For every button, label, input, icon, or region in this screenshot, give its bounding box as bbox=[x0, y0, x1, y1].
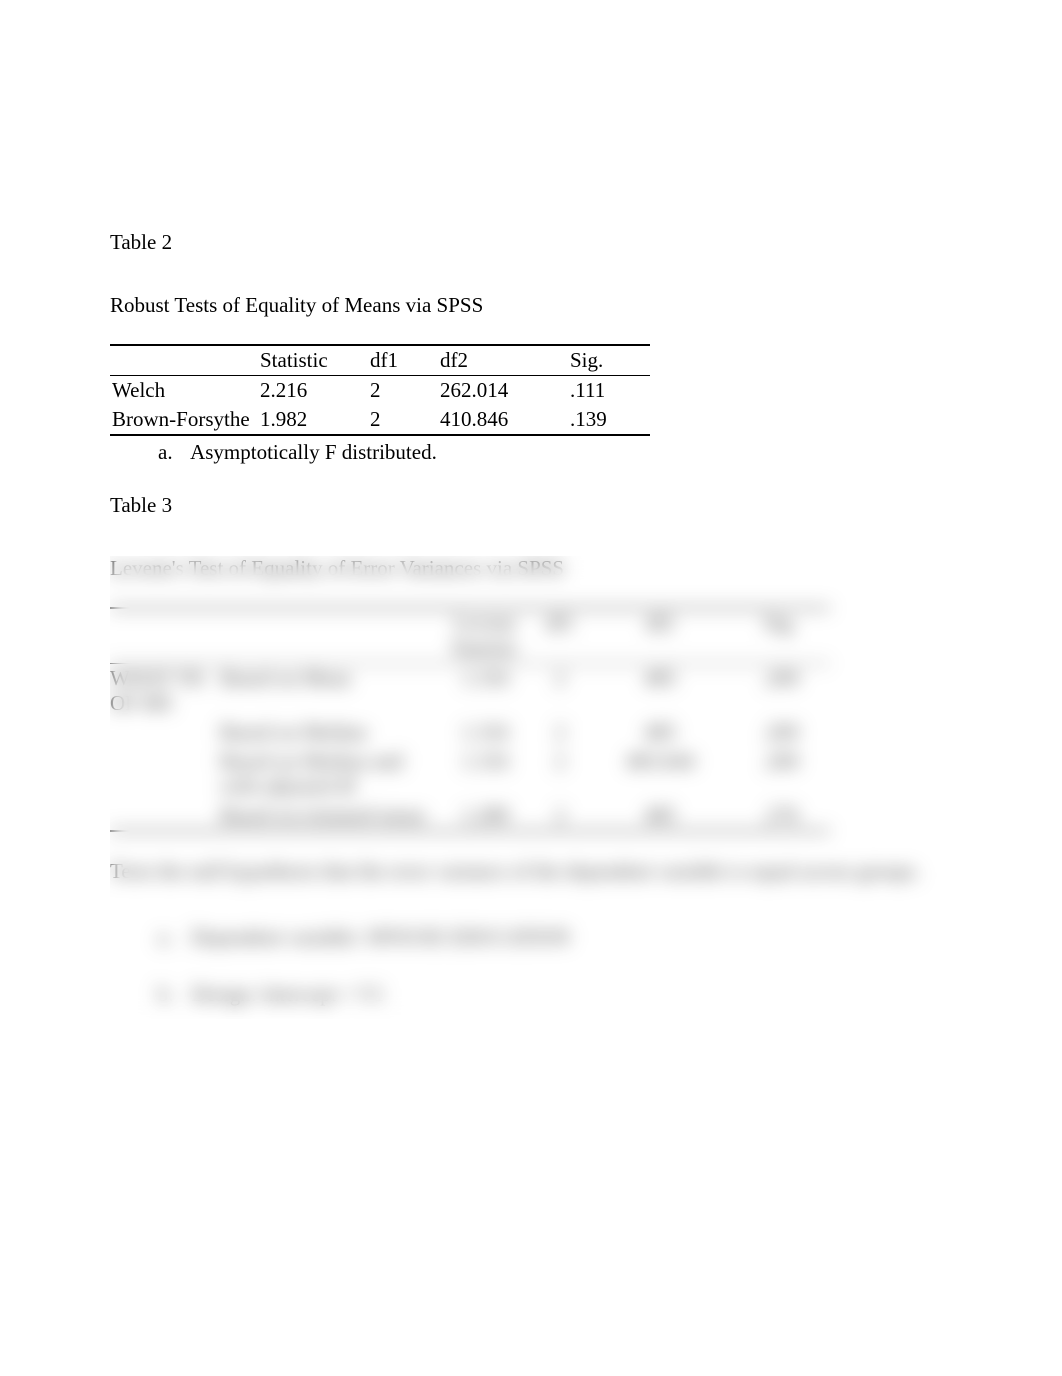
cell-df1: 2 bbox=[370, 376, 440, 406]
col-header-df1: df1 bbox=[530, 608, 590, 664]
cell-stat: 2.216 bbox=[260, 376, 370, 406]
table-3-title: Levene's Test of Equality of Error Varia… bbox=[110, 556, 952, 581]
cell-df1: 2 bbox=[530, 801, 590, 831]
col-header-df2: df2 bbox=[440, 345, 570, 376]
table-2-title: Robust Tests of Equality of Means via SP… bbox=[110, 293, 952, 318]
cell-df2: 410.846 bbox=[440, 405, 570, 435]
cell-sig: .139 bbox=[570, 405, 650, 435]
col-header-blank bbox=[110, 608, 220, 664]
col-header-blank bbox=[110, 345, 260, 376]
list-text: Design: Intercept + V1 bbox=[191, 982, 384, 1006]
cell-group: WHAT YR OF MS bbox=[110, 664, 220, 719]
cell-sig: .269 bbox=[730, 718, 830, 747]
footnote-prefix: a. bbox=[158, 440, 186, 465]
table-row: Brown-Forsythe 1.982 2 410.846 .139 bbox=[110, 405, 650, 435]
table-row: Based on trimmed mean 1.289 2 485 .276 bbox=[110, 801, 830, 831]
cell-stat: 1.289 bbox=[440, 801, 530, 831]
cell-stat: 1.982 bbox=[260, 405, 370, 435]
cell-basis: Based on trimmed mean bbox=[220, 801, 440, 831]
cell-basis: Based on Median bbox=[220, 718, 440, 747]
cell-sig: .269 bbox=[730, 747, 830, 801]
table-row: Based on Median 1.316 2 485 .269 bbox=[110, 718, 830, 747]
cell-sig: .111 bbox=[570, 376, 650, 406]
table-2-footnote: a. Asymptotically F distributed. bbox=[110, 440, 952, 465]
cell-name: Welch bbox=[110, 376, 260, 406]
footnote-text: Asymptotically F distributed. bbox=[190, 440, 437, 464]
table-3-post-note: Tests the null hypothesis that the error… bbox=[110, 848, 952, 894]
cell-df2: 483.644 bbox=[590, 747, 730, 801]
cell-df1: 2 bbox=[530, 747, 590, 801]
list-text: Dependent variable: SPOUSE EDUCATION bbox=[191, 925, 570, 949]
list-prefix: a. bbox=[158, 912, 186, 962]
cell-df2: 262.014 bbox=[440, 376, 570, 406]
list-item: b. Design: Intercept + V1 bbox=[158, 969, 952, 1019]
table-2-label: Table 2 bbox=[110, 230, 952, 255]
list-prefix: b. bbox=[158, 969, 186, 1019]
col-header-sig: Sig. bbox=[570, 345, 650, 376]
table-3: Levene Statistic df1 df2 Sig. WHAT YR OF… bbox=[110, 607, 952, 832]
cell-stat: 1.316 bbox=[440, 664, 530, 719]
table-row: Based on Median and with adjusted df 1.3… bbox=[110, 747, 830, 801]
cell-df2: 485 bbox=[590, 664, 730, 719]
cell-df1: 2 bbox=[530, 664, 590, 719]
list-item: a. Dependent variable: SPOUSE EDUCATION bbox=[158, 912, 952, 962]
blurred-content-region: Levene's Test of Equality of Error Varia… bbox=[110, 556, 952, 1019]
cell-df2: 485 bbox=[590, 718, 730, 747]
col-header-sig: Sig. bbox=[730, 608, 830, 664]
cell-stat: 1.316 bbox=[440, 718, 530, 747]
col-header-df2: df2 bbox=[590, 608, 730, 664]
col-header-levene: Levene Statistic bbox=[440, 608, 530, 664]
cell-df2: 485 bbox=[590, 801, 730, 831]
cell-df1: 2 bbox=[530, 718, 590, 747]
col-header-statistic: Statistic bbox=[260, 345, 370, 376]
table-3-label: Table 3 bbox=[110, 493, 952, 518]
col-header-df1: df1 bbox=[370, 345, 440, 376]
table-row: WHAT YR OF MS Based on Mean 1.316 2 485 … bbox=[110, 664, 830, 719]
cell-df1: 2 bbox=[370, 405, 440, 435]
cell-name: Brown-Forsythe bbox=[110, 405, 260, 435]
table-2: Statistic df1 df2 Sig. Welch 2.216 2 262… bbox=[110, 344, 952, 436]
cell-sig: .276 bbox=[730, 801, 830, 831]
cell-basis: Based on Median and with adjusted df bbox=[220, 747, 440, 801]
table-3-notes-list: a. Dependent variable: SPOUSE EDUCATION … bbox=[110, 912, 952, 1019]
table-row: Welch 2.216 2 262.014 .111 bbox=[110, 376, 650, 406]
col-header-blank2 bbox=[220, 608, 440, 664]
cell-stat: 1.316 bbox=[440, 747, 530, 801]
cell-basis: Based on Mean bbox=[220, 664, 440, 719]
cell-sig: .269 bbox=[730, 664, 830, 719]
